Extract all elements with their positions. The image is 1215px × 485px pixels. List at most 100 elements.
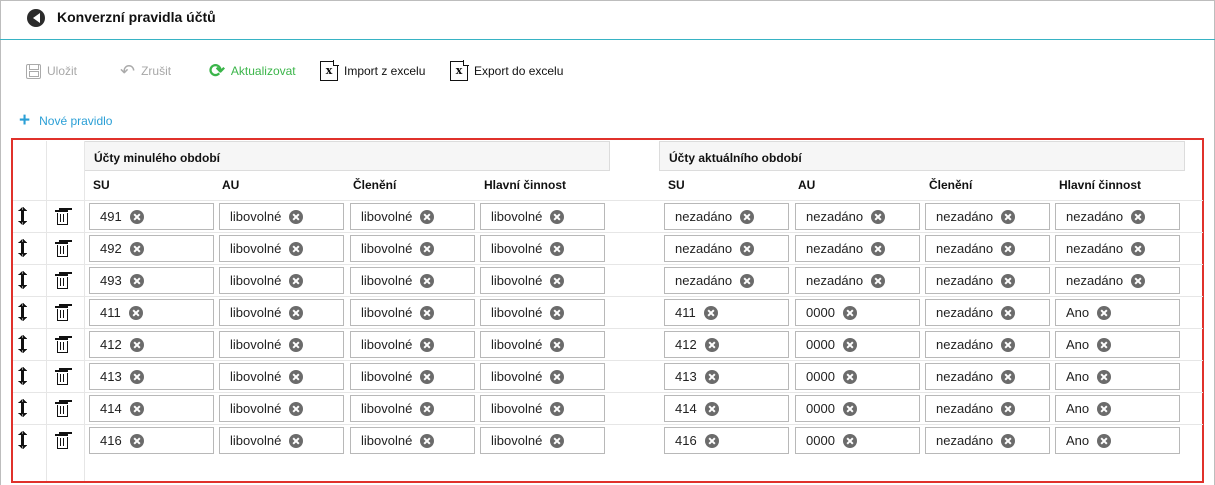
curr-cell[interactable]: nezadáno: [925, 331, 1050, 358]
clear-icon[interactable]: [420, 305, 435, 320]
curr-cell[interactable]: nezadáno: [925, 427, 1050, 454]
clear-icon[interactable]: [1097, 337, 1112, 352]
trash-icon[interactable]: [55, 272, 68, 289]
clear-icon[interactable]: [842, 401, 857, 416]
curr-cell[interactable]: nezadáno: [925, 363, 1050, 390]
clear-icon[interactable]: [704, 401, 719, 416]
trash-icon[interactable]: [55, 304, 68, 321]
prev-cell[interactable]: libovolné: [219, 203, 344, 230]
clear-icon[interactable]: [704, 433, 719, 448]
clear-icon[interactable]: [740, 273, 755, 288]
clear-icon[interactable]: [1001, 305, 1016, 320]
clear-icon[interactable]: [842, 305, 857, 320]
prev-cell[interactable]: libovolné: [219, 267, 344, 294]
clear-icon[interactable]: [740, 209, 755, 224]
clear-icon[interactable]: [129, 209, 144, 224]
drag-handle-icon[interactable]: [18, 367, 27, 385]
trash-icon[interactable]: [55, 240, 68, 257]
save-button[interactable]: Uložit: [26, 58, 77, 84]
clear-icon[interactable]: [289, 305, 304, 320]
clear-icon[interactable]: [550, 337, 565, 352]
cancel-button[interactable]: ↶ Zrušit: [120, 58, 171, 84]
trash-icon[interactable]: [55, 400, 68, 417]
clear-icon[interactable]: [1131, 209, 1146, 224]
prev-cell[interactable]: libovolné: [350, 267, 475, 294]
curr-cell[interactable]: nezadáno: [795, 203, 920, 230]
clear-icon[interactable]: [420, 337, 435, 352]
clear-icon[interactable]: [871, 209, 886, 224]
clear-icon[interactable]: [129, 369, 144, 384]
drag-handle-icon[interactable]: [18, 271, 27, 289]
prev-cell[interactable]: 492: [89, 235, 214, 262]
prev-cell[interactable]: libovolné: [350, 235, 475, 262]
curr-cell[interactable]: Ano: [1055, 363, 1180, 390]
curr-cell[interactable]: 0000: [795, 395, 920, 422]
curr-cell[interactable]: nezadáno: [925, 235, 1050, 262]
clear-icon[interactable]: [842, 337, 857, 352]
trash-icon[interactable]: [55, 336, 68, 353]
clear-icon[interactable]: [420, 369, 435, 384]
curr-cell[interactable]: nezadáno: [795, 267, 920, 294]
prev-cell[interactable]: libovolné: [219, 395, 344, 422]
prev-cell[interactable]: libovolné: [480, 363, 605, 390]
drag-handle-icon[interactable]: [18, 335, 27, 353]
curr-cell[interactable]: 411: [664, 299, 789, 326]
curr-cell[interactable]: nezadáno: [925, 203, 1050, 230]
clear-icon[interactable]: [1097, 369, 1112, 384]
clear-icon[interactable]: [1001, 209, 1016, 224]
prev-cell[interactable]: libovolné: [219, 235, 344, 262]
prev-cell[interactable]: libovolné: [480, 427, 605, 454]
prev-cell[interactable]: libovolné: [480, 395, 605, 422]
clear-icon[interactable]: [550, 241, 565, 256]
curr-cell[interactable]: nezadáno: [1055, 203, 1180, 230]
clear-icon[interactable]: [704, 369, 719, 384]
curr-cell[interactable]: nezadáno: [664, 267, 789, 294]
new-rule-button[interactable]: + Nové pravidlo: [19, 111, 112, 130]
trash-icon[interactable]: [55, 208, 68, 225]
clear-icon[interactable]: [129, 401, 144, 416]
clear-icon[interactable]: [289, 369, 304, 384]
clear-icon[interactable]: [420, 273, 435, 288]
clear-icon[interactable]: [289, 241, 304, 256]
prev-cell[interactable]: libovolné: [350, 203, 475, 230]
curr-cell[interactable]: Ano: [1055, 299, 1180, 326]
clear-icon[interactable]: [129, 273, 144, 288]
curr-cell[interactable]: 412: [664, 331, 789, 358]
drag-handle-icon[interactable]: [18, 207, 27, 225]
prev-cell[interactable]: libovolné: [480, 299, 605, 326]
clear-icon[interactable]: [420, 401, 435, 416]
curr-cell[interactable]: nezadáno: [925, 395, 1050, 422]
curr-cell[interactable]: 0000: [795, 331, 920, 358]
curr-cell[interactable]: Ano: [1055, 427, 1180, 454]
curr-cell[interactable]: nezadáno: [925, 267, 1050, 294]
clear-icon[interactable]: [289, 433, 304, 448]
drag-handle-icon[interactable]: [18, 303, 27, 321]
curr-cell[interactable]: nezadáno: [925, 299, 1050, 326]
prev-cell[interactable]: libovolné: [350, 363, 475, 390]
clear-icon[interactable]: [550, 273, 565, 288]
clear-icon[interactable]: [871, 241, 886, 256]
clear-icon[interactable]: [129, 241, 144, 256]
clear-icon[interactable]: [420, 433, 435, 448]
prev-cell[interactable]: 411: [89, 299, 214, 326]
clear-icon[interactable]: [420, 241, 435, 256]
prev-cell[interactable]: 412: [89, 331, 214, 358]
clear-icon[interactable]: [289, 273, 304, 288]
drag-handle-icon[interactable]: [18, 431, 27, 449]
prev-cell[interactable]: libovolné: [219, 427, 344, 454]
export-excel-button[interactable]: x Export do excelu: [450, 58, 563, 84]
clear-icon[interactable]: [1097, 433, 1112, 448]
clear-icon[interactable]: [1001, 273, 1016, 288]
prev-cell[interactable]: 493: [89, 267, 214, 294]
clear-icon[interactable]: [1097, 305, 1112, 320]
clear-icon[interactable]: [1001, 369, 1016, 384]
clear-icon[interactable]: [740, 241, 755, 256]
clear-icon[interactable]: [842, 369, 857, 384]
clear-icon[interactable]: [129, 337, 144, 352]
clear-icon[interactable]: [550, 209, 565, 224]
drag-handle-icon[interactable]: [18, 239, 27, 257]
prev-cell[interactable]: libovolné: [480, 331, 605, 358]
curr-cell[interactable]: nezadáno: [795, 235, 920, 262]
prev-cell[interactable]: 414: [89, 395, 214, 422]
curr-cell[interactable]: Ano: [1055, 331, 1180, 358]
